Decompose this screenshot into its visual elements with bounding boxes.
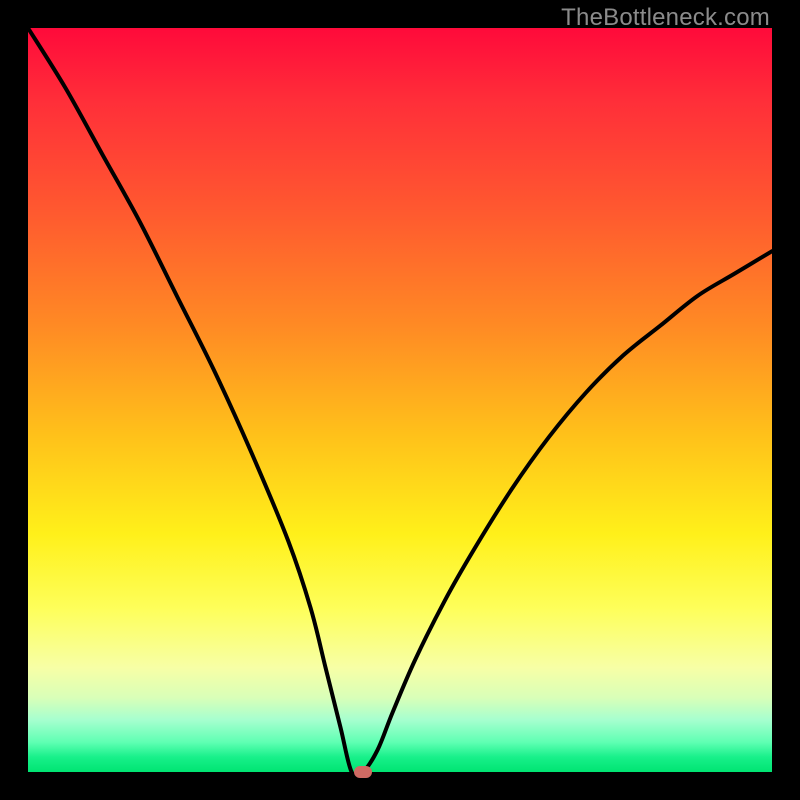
minimum-marker bbox=[354, 766, 372, 778]
bottleneck-curve bbox=[28, 28, 772, 772]
chart-frame: TheBottleneck.com bbox=[0, 0, 800, 800]
plot-area bbox=[28, 28, 772, 772]
watermark-text: TheBottleneck.com bbox=[561, 4, 770, 32]
